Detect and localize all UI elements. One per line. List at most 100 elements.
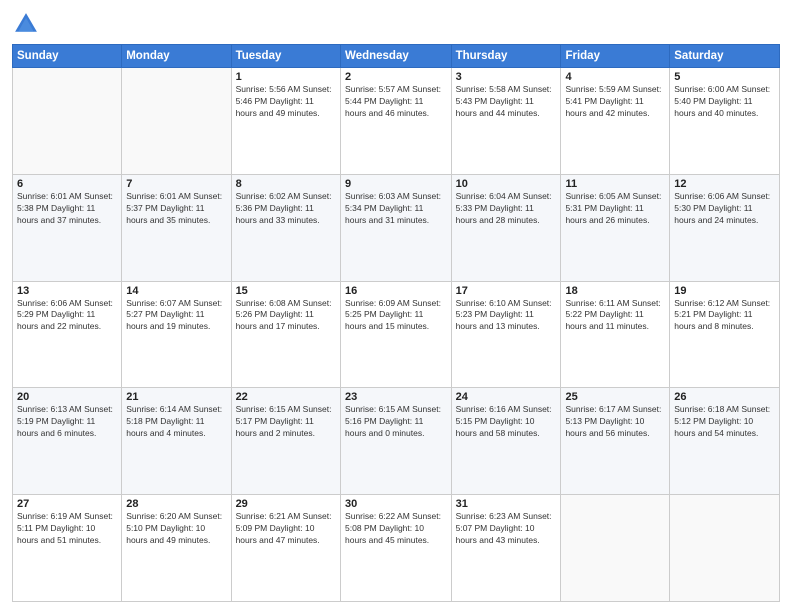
day-cell: 6Sunrise: 6:01 AM Sunset: 5:38 PM Daylig… [13,174,122,281]
day-info: Sunrise: 6:14 AM Sunset: 5:18 PM Dayligh… [126,404,226,440]
day-number: 7 [126,178,226,190]
day-of-week-thursday: Thursday [451,45,561,68]
day-info: Sunrise: 6:15 AM Sunset: 5:17 PM Dayligh… [236,404,336,440]
day-cell: 31Sunrise: 6:23 AM Sunset: 5:07 PM Dayli… [451,495,561,602]
day-cell: 14Sunrise: 6:07 AM Sunset: 5:27 PM Dayli… [122,281,231,388]
day-of-week-monday: Monday [122,45,231,68]
day-info: Sunrise: 6:16 AM Sunset: 5:15 PM Dayligh… [456,404,557,440]
day-info: Sunrise: 6:22 AM Sunset: 5:08 PM Dayligh… [345,511,447,547]
day-cell [13,68,122,175]
day-info: Sunrise: 5:58 AM Sunset: 5:43 PM Dayligh… [456,84,557,120]
day-number: 22 [236,391,336,403]
day-cell: 28Sunrise: 6:20 AM Sunset: 5:10 PM Dayli… [122,495,231,602]
day-cell: 18Sunrise: 6:11 AM Sunset: 5:22 PM Dayli… [561,281,670,388]
header [12,10,780,38]
day-cell: 9Sunrise: 6:03 AM Sunset: 5:34 PM Daylig… [341,174,452,281]
day-info: Sunrise: 6:01 AM Sunset: 5:38 PM Dayligh… [17,191,117,227]
day-cell: 11Sunrise: 6:05 AM Sunset: 5:31 PM Dayli… [561,174,670,281]
day-info: Sunrise: 6:00 AM Sunset: 5:40 PM Dayligh… [674,84,775,120]
page: SundayMondayTuesdayWednesdayThursdayFrid… [0,0,792,612]
day-info: Sunrise: 6:15 AM Sunset: 5:16 PM Dayligh… [345,404,447,440]
day-cell: 7Sunrise: 6:01 AM Sunset: 5:37 PM Daylig… [122,174,231,281]
day-number: 13 [17,285,117,297]
day-info: Sunrise: 6:06 AM Sunset: 5:29 PM Dayligh… [17,298,117,334]
day-cell: 4Sunrise: 5:59 AM Sunset: 5:41 PM Daylig… [561,68,670,175]
day-cell: 26Sunrise: 6:18 AM Sunset: 5:12 PM Dayli… [670,388,780,495]
day-cell: 23Sunrise: 6:15 AM Sunset: 5:16 PM Dayli… [341,388,452,495]
day-cell [561,495,670,602]
day-cell: 24Sunrise: 6:16 AM Sunset: 5:15 PM Dayli… [451,388,561,495]
day-of-week-saturday: Saturday [670,45,780,68]
day-info: Sunrise: 6:21 AM Sunset: 5:09 PM Dayligh… [236,511,336,547]
day-of-week-sunday: Sunday [13,45,122,68]
week-row-4: 20Sunrise: 6:13 AM Sunset: 5:19 PM Dayli… [13,388,780,495]
day-number: 31 [456,498,557,510]
day-cell: 25Sunrise: 6:17 AM Sunset: 5:13 PM Dayli… [561,388,670,495]
day-number: 23 [345,391,447,403]
week-row-3: 13Sunrise: 6:06 AM Sunset: 5:29 PM Dayli… [13,281,780,388]
day-number: 18 [565,285,665,297]
day-number: 29 [236,498,336,510]
day-info: Sunrise: 6:03 AM Sunset: 5:34 PM Dayligh… [345,191,447,227]
day-cell: 30Sunrise: 6:22 AM Sunset: 5:08 PM Dayli… [341,495,452,602]
day-info: Sunrise: 6:13 AM Sunset: 5:19 PM Dayligh… [17,404,117,440]
day-info: Sunrise: 6:23 AM Sunset: 5:07 PM Dayligh… [456,511,557,547]
day-info: Sunrise: 5:59 AM Sunset: 5:41 PM Dayligh… [565,84,665,120]
day-info: Sunrise: 5:57 AM Sunset: 5:44 PM Dayligh… [345,84,447,120]
day-cell: 5Sunrise: 6:00 AM Sunset: 5:40 PM Daylig… [670,68,780,175]
day-number: 9 [345,178,447,190]
day-info: Sunrise: 6:19 AM Sunset: 5:11 PM Dayligh… [17,511,117,547]
day-cell: 21Sunrise: 6:14 AM Sunset: 5:18 PM Dayli… [122,388,231,495]
day-cell: 19Sunrise: 6:12 AM Sunset: 5:21 PM Dayli… [670,281,780,388]
day-info: Sunrise: 6:11 AM Sunset: 5:22 PM Dayligh… [565,298,665,334]
day-number: 15 [236,285,336,297]
day-number: 21 [126,391,226,403]
week-row-1: 1Sunrise: 5:56 AM Sunset: 5:46 PM Daylig… [13,68,780,175]
day-number: 14 [126,285,226,297]
day-number: 6 [17,178,117,190]
day-cell: 15Sunrise: 6:08 AM Sunset: 5:26 PM Dayli… [231,281,340,388]
day-number: 17 [456,285,557,297]
day-cell [670,495,780,602]
day-number: 2 [345,71,447,83]
logo-icon [12,10,40,38]
day-number: 12 [674,178,775,190]
day-info: Sunrise: 6:06 AM Sunset: 5:30 PM Dayligh… [674,191,775,227]
day-info: Sunrise: 6:02 AM Sunset: 5:36 PM Dayligh… [236,191,336,227]
day-number: 16 [345,285,447,297]
day-info: Sunrise: 6:04 AM Sunset: 5:33 PM Dayligh… [456,191,557,227]
day-cell: 20Sunrise: 6:13 AM Sunset: 5:19 PM Dayli… [13,388,122,495]
day-cell: 1Sunrise: 5:56 AM Sunset: 5:46 PM Daylig… [231,68,340,175]
day-cell: 16Sunrise: 6:09 AM Sunset: 5:25 PM Dayli… [341,281,452,388]
day-of-week-wednesday: Wednesday [341,45,452,68]
day-cell: 12Sunrise: 6:06 AM Sunset: 5:30 PM Dayli… [670,174,780,281]
day-number: 28 [126,498,226,510]
day-number: 3 [456,71,557,83]
day-cell: 27Sunrise: 6:19 AM Sunset: 5:11 PM Dayli… [13,495,122,602]
day-info: Sunrise: 6:10 AM Sunset: 5:23 PM Dayligh… [456,298,557,334]
logo [12,10,44,38]
week-row-2: 6Sunrise: 6:01 AM Sunset: 5:38 PM Daylig… [13,174,780,281]
day-info: Sunrise: 6:12 AM Sunset: 5:21 PM Dayligh… [674,298,775,334]
day-info: Sunrise: 6:09 AM Sunset: 5:25 PM Dayligh… [345,298,447,334]
day-number: 1 [236,71,336,83]
day-info: Sunrise: 6:20 AM Sunset: 5:10 PM Dayligh… [126,511,226,547]
day-info: Sunrise: 6:18 AM Sunset: 5:12 PM Dayligh… [674,404,775,440]
day-number: 26 [674,391,775,403]
day-of-week-tuesday: Tuesday [231,45,340,68]
day-number: 24 [456,391,557,403]
day-number: 10 [456,178,557,190]
day-cell: 13Sunrise: 6:06 AM Sunset: 5:29 PM Dayli… [13,281,122,388]
day-cell: 17Sunrise: 6:10 AM Sunset: 5:23 PM Dayli… [451,281,561,388]
day-info: Sunrise: 6:07 AM Sunset: 5:27 PM Dayligh… [126,298,226,334]
day-number: 4 [565,71,665,83]
day-info: Sunrise: 6:08 AM Sunset: 5:26 PM Dayligh… [236,298,336,334]
calendar: SundayMondayTuesdayWednesdayThursdayFrid… [12,44,780,602]
day-number: 19 [674,285,775,297]
day-of-week-friday: Friday [561,45,670,68]
day-cell: 3Sunrise: 5:58 AM Sunset: 5:43 PM Daylig… [451,68,561,175]
day-number: 11 [565,178,665,190]
day-cell: 10Sunrise: 6:04 AM Sunset: 5:33 PM Dayli… [451,174,561,281]
day-cell: 22Sunrise: 6:15 AM Sunset: 5:17 PM Dayli… [231,388,340,495]
day-cell: 29Sunrise: 6:21 AM Sunset: 5:09 PM Dayli… [231,495,340,602]
